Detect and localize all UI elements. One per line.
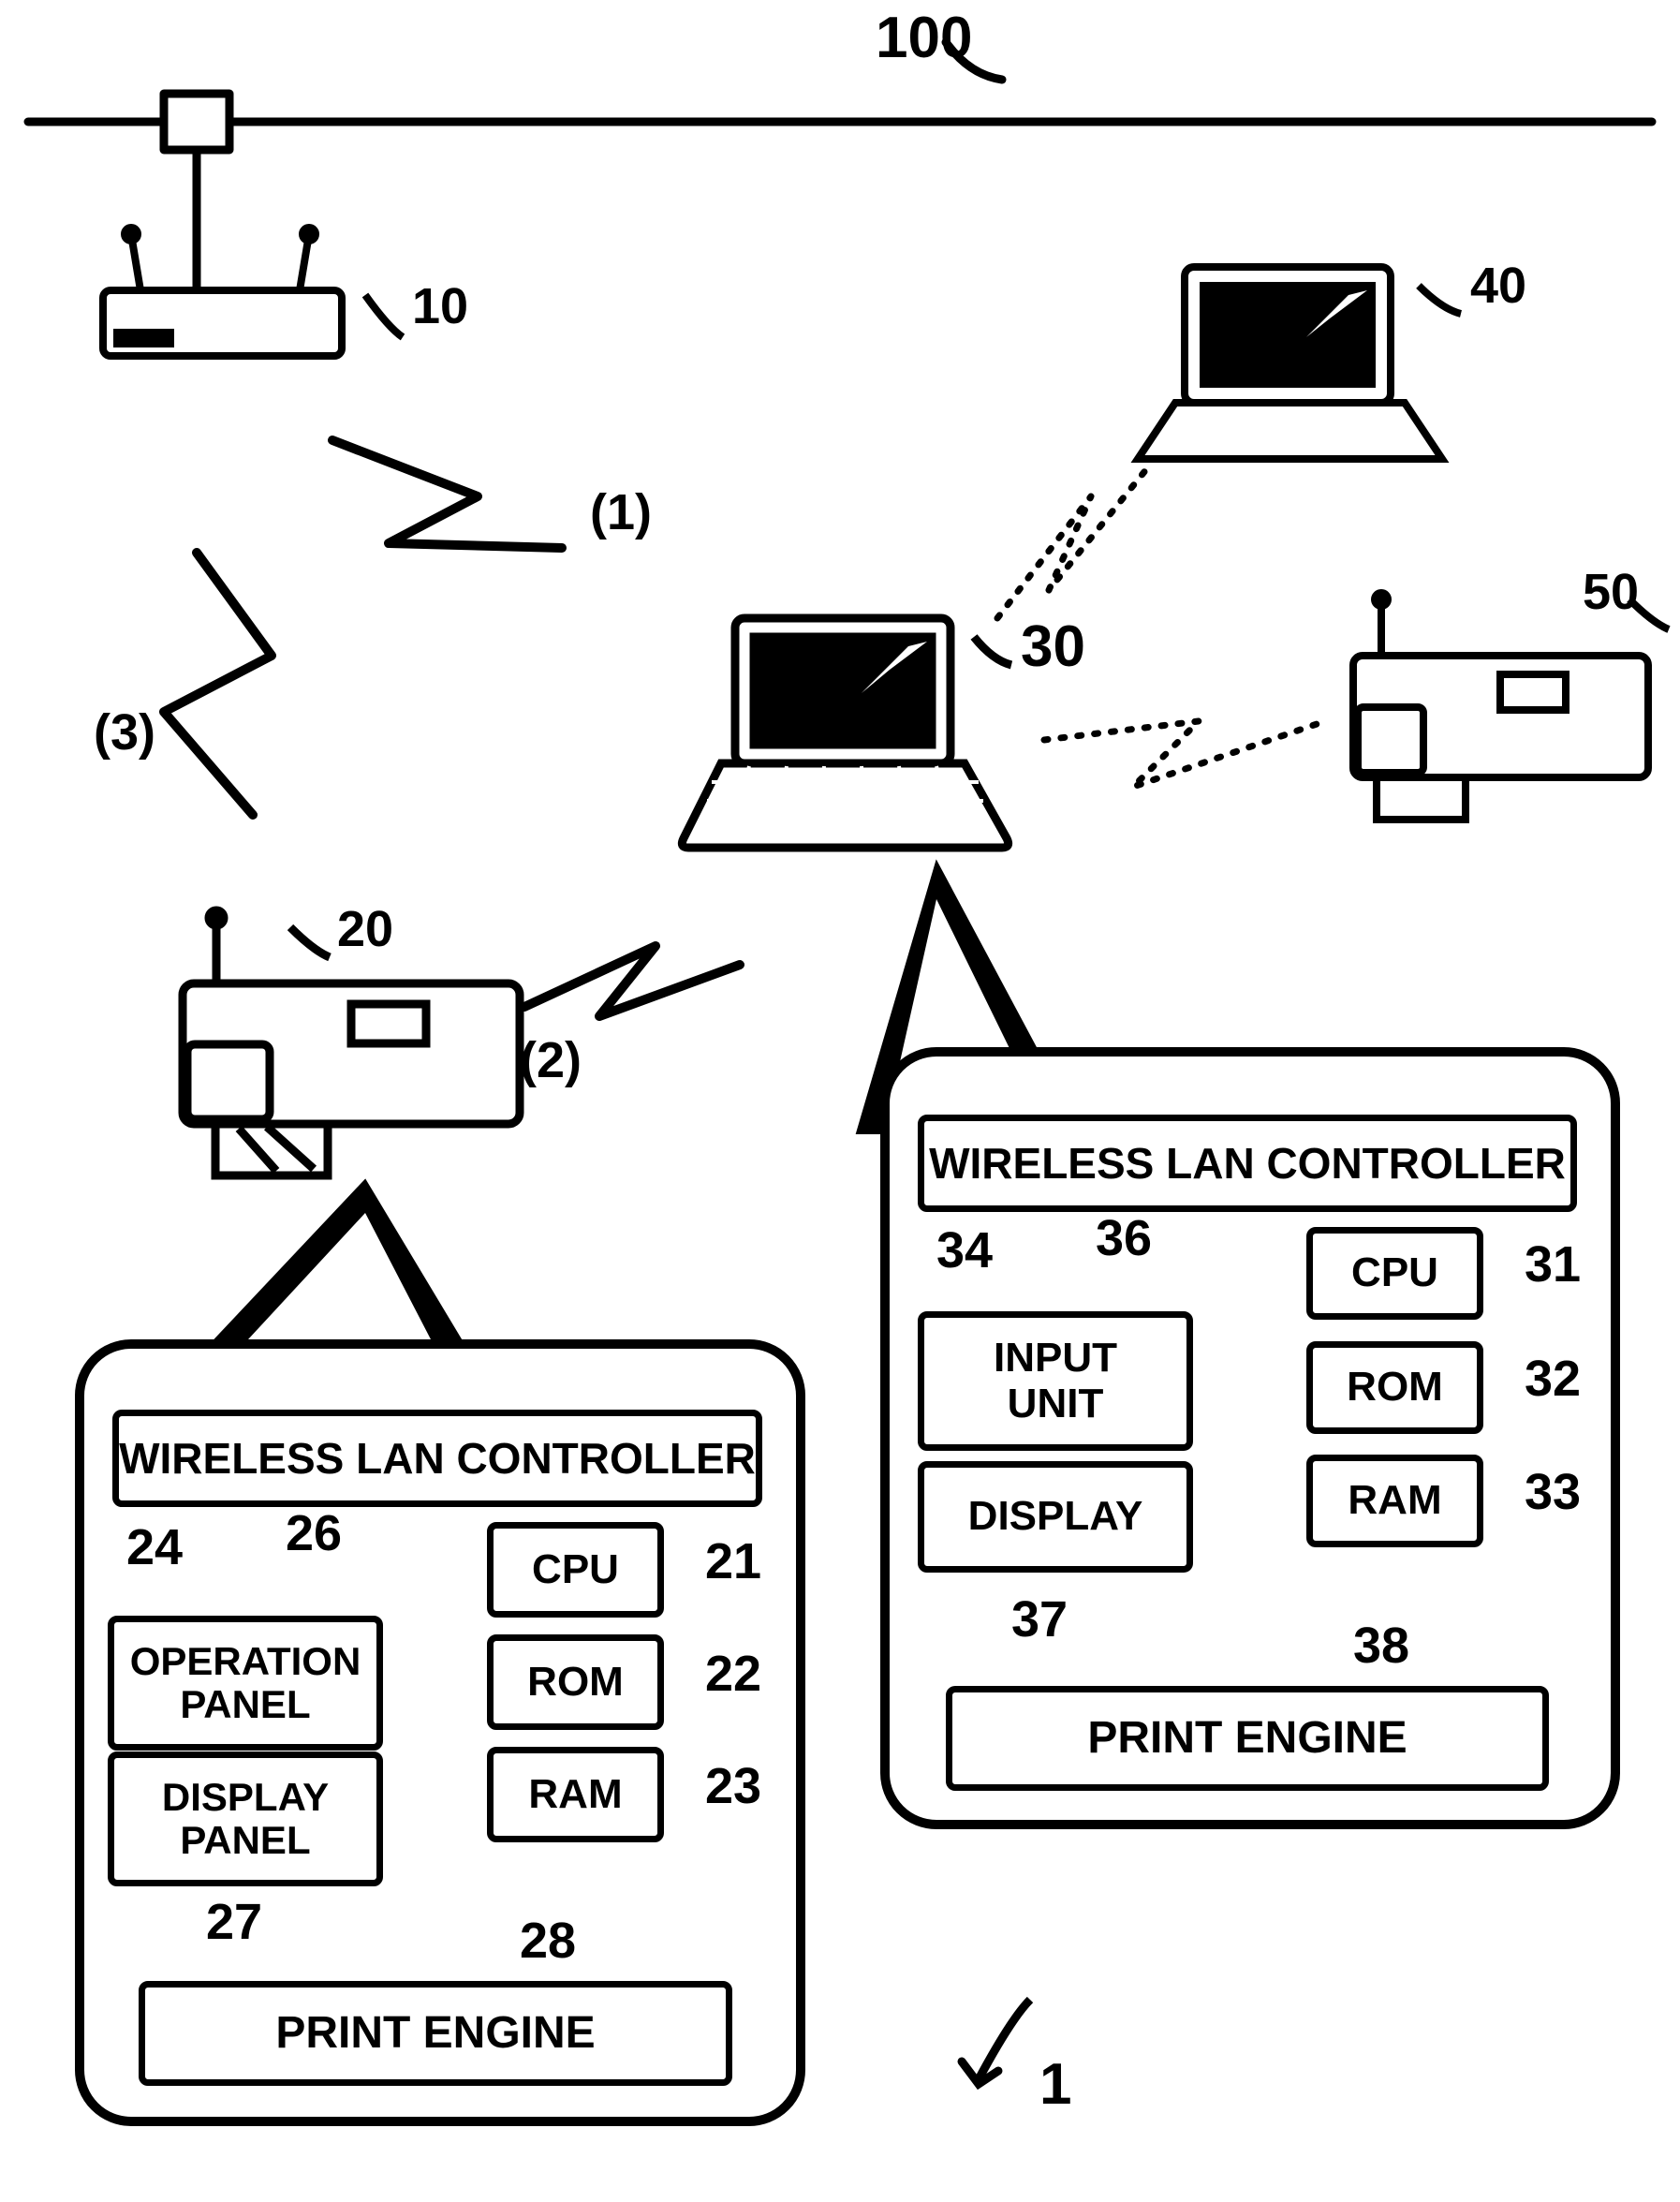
block-a-bus-ref: 26	[286, 1508, 342, 1559]
block-a-ram-ref: 23	[705, 1761, 761, 1811]
block-b-display: DISPLAY	[918, 1461, 1193, 1573]
block-b-wlan-ref: 34	[936, 1225, 993, 1276]
block-b-cpu: CPU	[1306, 1227, 1483, 1320]
ref-network: 100	[876, 9, 972, 67]
block-b-ram-ref: 33	[1525, 1467, 1581, 1517]
block-a-op-panel: OPERATION PANEL	[108, 1616, 383, 1751]
block-a-engine-ref: 28	[520, 1915, 576, 1966]
block-b-rom: ROM	[1306, 1341, 1483, 1434]
block-a-rom: ROM	[487, 1634, 664, 1730]
block-b-bus-ref: 36	[1096, 1213, 1152, 1264]
ref-printer-b: 50	[1583, 567, 1639, 617]
block-a-wlan-ref: 24	[126, 1522, 183, 1573]
ref-laptop-a: 30	[1021, 618, 1085, 676]
block-b-engine-ref: 38	[1353, 1620, 1409, 1671]
block-b-engine: PRINT ENGINE	[946, 1686, 1549, 1791]
block-a-cpu: CPU	[487, 1522, 664, 1618]
block-b-ram: RAM	[1306, 1455, 1483, 1547]
block-a-wlan: WIRELESS LAN CONTROLLER	[112, 1410, 762, 1507]
printer-b-icon	[1353, 593, 1669, 820]
block-b-disp-ref: 37	[1011, 1594, 1068, 1645]
ref-printer-a: 20	[337, 904, 393, 954]
ref-laptop-b: 40	[1470, 260, 1526, 311]
block-b-wlan: WIRELESS LAN CONTROLLER	[918, 1115, 1577, 1212]
access-point-icon	[103, 228, 403, 356]
ref-access-point: 10	[412, 281, 468, 332]
laptop-a-icon	[682, 618, 1011, 848]
ref-system: 1	[1039, 2056, 1071, 2114]
block-b-rom-ref: 32	[1525, 1353, 1581, 1404]
block-a-engine: PRINT ENGINE	[139, 1981, 732, 2086]
link-2: (2)	[520, 1035, 582, 1086]
link-3: (3)	[94, 707, 155, 758]
block-b-cpu-ref: 31	[1525, 1239, 1581, 1290]
block-a-ram: RAM	[487, 1747, 664, 1842]
block-a-rom-ref: 22	[705, 1648, 761, 1699]
block-a-disp-panel: DISPLAY PANEL	[108, 1751, 383, 1886]
block-a-disp-ref: 27	[206, 1897, 262, 1947]
block-a-cpu-ref: 21	[705, 1536, 761, 1587]
link-1: (1)	[590, 487, 652, 538]
block-b-input: INPUT UNIT	[918, 1311, 1193, 1451]
laptop-b-icon	[1138, 267, 1461, 459]
